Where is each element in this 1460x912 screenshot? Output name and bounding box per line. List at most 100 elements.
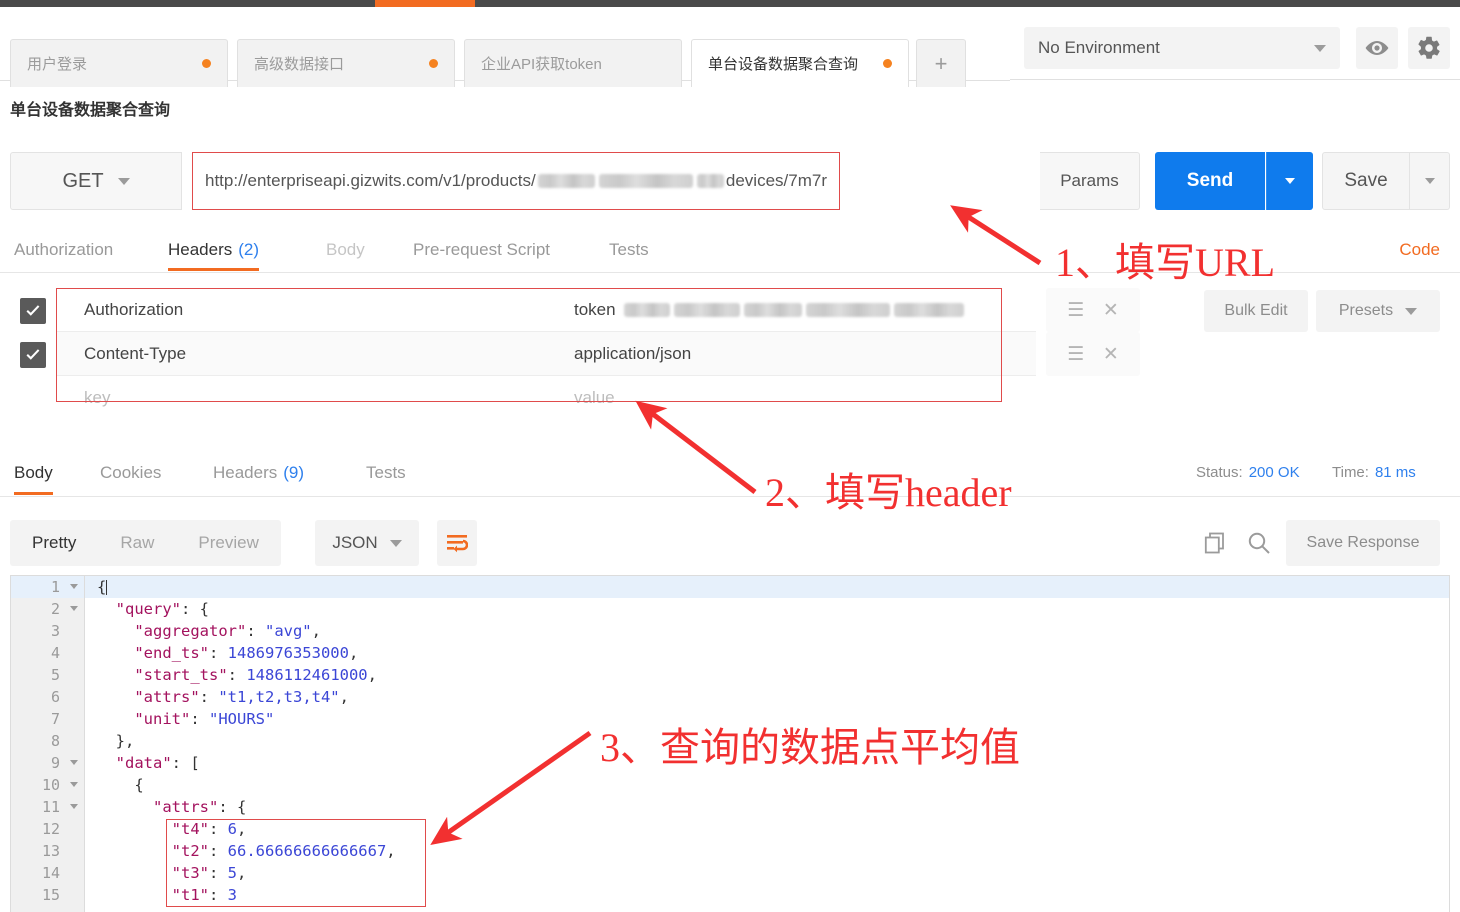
response-format-selector[interactable]: JSON	[315, 520, 419, 566]
tab-label: Tests	[366, 462, 406, 482]
checkmark-icon	[26, 348, 40, 360]
response-status: Status: 200 OK	[1196, 450, 1300, 495]
header-row-checkbox-0[interactable]	[20, 298, 46, 324]
code-token: "t3"	[97, 864, 209, 882]
code-line: "t3": 5,	[85, 862, 1449, 884]
code-token: 5	[227, 864, 237, 882]
header-value-cell[interactable]: token	[574, 288, 966, 332]
code-line: "query": {	[85, 598, 1449, 620]
tab-authorization[interactable]: Authorization	[14, 228, 113, 271]
chevron-down-icon	[117, 177, 130, 185]
code-token: :	[208, 864, 228, 882]
response-tab-tests[interactable]: Tests	[366, 450, 406, 495]
code-line: "t2": 66.66666666666667,	[85, 840, 1449, 862]
code-fold-toggle-icon[interactable]	[70, 782, 78, 787]
code-token: :	[190, 710, 209, 728]
new-tab-button[interactable]: +	[916, 39, 966, 87]
word-wrap-toggle[interactable]	[437, 520, 477, 566]
presets-button[interactable]: Presets	[1316, 290, 1440, 332]
redacted-segment	[697, 174, 724, 188]
header-key-cell[interactable]: Authorization	[84, 288, 183, 332]
delete-row-icon[interactable]: ✕	[1103, 345, 1119, 364]
code-line: "data": [	[85, 752, 1449, 774]
code-fold-toggle-icon[interactable]	[70, 584, 78, 589]
response-tab-headers[interactable]: Headers (9)	[213, 450, 304, 495]
code-token: :	[208, 886, 228, 904]
request-tab-0[interactable]: 用户登录	[10, 39, 228, 87]
header-row-checkbox-1[interactable]	[20, 342, 46, 368]
presets-label: Presets	[1338, 302, 1394, 319]
request-section-tabs: Authorization Headers (2) Body Pre-reque…	[0, 228, 1460, 273]
code-fold-toggle-icon[interactable]	[70, 760, 78, 765]
response-tab-cookies[interactable]: Cookies	[100, 450, 161, 495]
delete-row-icon[interactable]: ✕	[1103, 301, 1119, 320]
save-response-button[interactable]: Save Response	[1286, 520, 1440, 566]
environment-selector[interactable]: No Environment	[1024, 27, 1340, 69]
time-label: Time:	[1332, 464, 1369, 481]
code-token: "start_ts"	[97, 666, 228, 684]
request-tab-2[interactable]: 企业API获取token	[464, 39, 682, 87]
code-token: :	[227, 666, 247, 684]
search-response-button[interactable]	[1242, 520, 1276, 566]
response-body-code-viewer[interactable]: 1 2 3 4 5 6 7 8 9 10 11 12 13 14 15 { "query": { "aggr…	[10, 575, 1450, 912]
request-tab-1[interactable]: 高级数据接口	[237, 39, 455, 87]
code-line-number: 11	[11, 796, 84, 818]
response-tab-body[interactable]: Body	[14, 450, 53, 495]
header-row-empty[interactable]: key value	[56, 376, 1036, 420]
code-content[interactable]: { "query": { "aggregator": "avg", "end_t…	[85, 576, 1449, 912]
bulk-edit-button[interactable]: Bulk Edit	[1204, 290, 1308, 332]
redacted-token-part	[623, 303, 670, 317]
header-row[interactable]: Authorization token	[56, 288, 1036, 332]
code-fold-toggle-icon[interactable]	[70, 804, 78, 809]
app-loading-bar	[0, 0, 1460, 7]
reorder-handle-icon[interactable]: ☰	[1067, 345, 1084, 364]
request-title: 单台设备数据聚合查询	[10, 102, 171, 119]
header-value-placeholder[interactable]: value	[574, 376, 615, 420]
url-input[interactable]: http://enterpriseapi.gizwits.com/v1/prod…	[192, 152, 840, 210]
gear-icon	[1418, 36, 1440, 59]
code-line-number: 4	[50, 644, 60, 662]
tab-headers[interactable]: Headers (2)	[168, 228, 260, 271]
code-token: :	[208, 842, 228, 860]
view-mode-raw[interactable]: Raw	[98, 520, 176, 566]
params-button[interactable]: Params	[1040, 152, 1140, 210]
code-fold-toggle-icon[interactable]	[70, 606, 78, 611]
tab-pre-request-script[interactable]: Pre-request Script	[413, 228, 550, 271]
copy-response-button[interactable]	[1198, 520, 1232, 566]
tab-count: (2)	[238, 239, 260, 259]
copy-icon	[1204, 532, 1224, 554]
loading-progress-indicator	[375, 0, 475, 7]
settings-button[interactable]	[1408, 27, 1450, 69]
view-mode-preview[interactable]: Preview	[176, 520, 280, 566]
tab-label: Cookies	[100, 462, 162, 482]
response-section-tabs: Body Cookies Headers (9) Tests Status: 2…	[0, 450, 1460, 497]
code-token: :	[208, 820, 228, 838]
save-options-button[interactable]	[1410, 152, 1450, 210]
code-link[interactable]: Code	[1399, 228, 1440, 271]
response-view-mode-group: Pretty Raw Preview	[10, 520, 281, 566]
tab-body[interactable]: Body	[326, 228, 365, 271]
tab-tests[interactable]: Tests	[609, 228, 649, 271]
code-line-number: 15	[41, 886, 60, 904]
save-button[interactable]: Save	[1322, 152, 1410, 210]
environment-quick-look-button[interactable]	[1356, 27, 1398, 69]
code-token: "end_ts"	[97, 644, 209, 662]
time-value: 81 ms	[1374, 464, 1416, 481]
header-row[interactable]: Content-Type application/json	[56, 332, 1036, 376]
code-token: : {	[218, 798, 247, 816]
view-mode-pretty[interactable]: Pretty	[10, 520, 98, 566]
code-line: "start_ts": 1486112461000,	[85, 664, 1449, 686]
header-key-cell[interactable]: Content-Type	[84, 332, 186, 376]
send-options-button[interactable]	[1266, 152, 1313, 210]
header-key-placeholder[interactable]: key	[84, 376, 110, 420]
text-caret	[106, 580, 108, 595]
request-tab-3[interactable]: 单台设备数据聚合查询	[691, 39, 909, 87]
reorder-handle-icon[interactable]: ☰	[1067, 301, 1084, 320]
code-token: 6	[227, 820, 237, 838]
response-time: Time: 81 ms	[1332, 450, 1416, 495]
send-button[interactable]: Send	[1155, 152, 1265, 210]
header-value-cell[interactable]: application/json	[574, 332, 691, 376]
redacted-token-part	[805, 303, 890, 317]
http-method-selector[interactable]: GET	[10, 152, 182, 210]
code-line-number: 5	[50, 666, 60, 684]
